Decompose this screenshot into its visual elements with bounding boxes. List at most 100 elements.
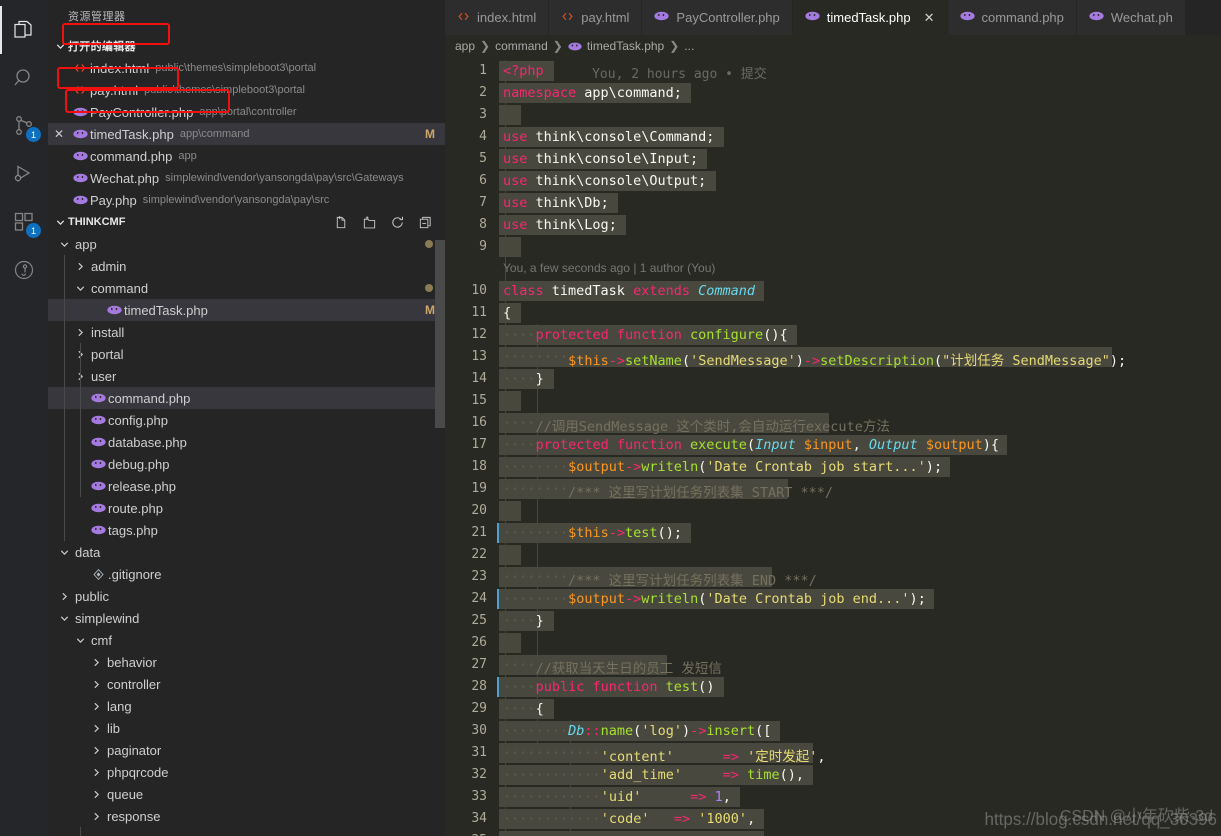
activity-account[interactable] — [0, 246, 48, 294]
tree-folder-phpqrcode[interactable]: phpqrcode — [48, 761, 445, 783]
workspace-label: THINKCMF — [68, 216, 126, 228]
tree-folder-lib[interactable]: lib — [48, 717, 445, 739]
tab-command-php[interactable]: command.php — [947, 0, 1077, 35]
tree-folder-app[interactable]: app — [48, 233, 445, 255]
tree-folder-paginator[interactable]: paginator — [48, 739, 445, 761]
selection-highlight — [499, 545, 522, 565]
code-line[interactable]: //获取当天生日的员工 发短信 — [503, 657, 722, 677]
tree-folder-queue[interactable]: queue — [48, 783, 445, 805]
new-file-icon[interactable] — [333, 214, 349, 230]
tree-folder-admin[interactable]: admin — [48, 255, 445, 277]
activity-run-debug[interactable] — [0, 150, 48, 198]
code-line[interactable]: { — [503, 305, 511, 321]
tree-file-command.php[interactable]: command.php — [48, 387, 445, 409]
code-line[interactable]: /*** 这里写计划任务列表集 START ***/ — [503, 481, 833, 501]
code-line[interactable]: protected function configure(){ — [503, 327, 788, 343]
code-line[interactable]: 'add_time' => time(), — [503, 767, 804, 783]
tree-file-release.php[interactable]: release.php — [48, 475, 445, 497]
code-line[interactable]: /*** 这里写计划任务列表集 END ***/ — [503, 569, 817, 589]
open-editors-label: 打开的编辑器 — [68, 41, 136, 53]
tree-folder-controller[interactable]: controller — [48, 673, 445, 695]
tab-close-icon[interactable]: ✕ — [924, 10, 935, 26]
open-editor-row[interactable]: index.html public\themes\simpleboot3\por… — [48, 57, 445, 79]
line-change-marker — [497, 523, 499, 543]
code-line[interactable]: use think\Db; — [503, 195, 609, 211]
tab-pay-html[interactable]: pay.html — [549, 0, 643, 35]
code-line[interactable]: protected function execute(Input $input,… — [503, 437, 999, 453]
open-editor-row[interactable]: PayController.php app\portal\controller — [48, 101, 445, 123]
new-folder-icon[interactable] — [361, 214, 377, 230]
workspace-header[interactable]: THINKCMF — [48, 211, 445, 233]
tree-file-debug.php[interactable]: debug.php — [48, 453, 445, 475]
tree-file-database.php[interactable]: database.php — [48, 431, 445, 453]
code-line[interactable]: <?php — [503, 63, 544, 79]
collapse-all-icon[interactable] — [417, 214, 433, 230]
refresh-icon[interactable] — [389, 214, 405, 230]
activity-source-control[interactable]: 1 — [0, 102, 48, 150]
line-number: 22 — [471, 547, 487, 562]
open-editor-row[interactable]: pay.html public\themes\simpleboot3\porta… — [48, 79, 445, 101]
tree-folder-install[interactable]: install — [48, 321, 445, 343]
code-line[interactable]: $output->writeln('Date Crontab job end..… — [503, 591, 926, 607]
code-line[interactable]: use think\console\Command; — [503, 129, 714, 145]
tree-folder-data[interactable]: data — [48, 541, 445, 563]
code-line[interactable]: use think\console\Input; — [503, 151, 698, 167]
tree-item-label: .gitignore — [108, 566, 162, 582]
tree-file-route.php[interactable]: route.php — [48, 497, 445, 519]
tree-folder-lang[interactable]: lang — [48, 695, 445, 717]
code-line[interactable]: $this->test(); — [503, 525, 682, 541]
code-line[interactable]: use think\Log; — [503, 217, 617, 233]
line-number: 13 — [471, 349, 487, 364]
open-editors-header[interactable]: 打开的编辑器 — [48, 35, 445, 57]
open-editor-row-active[interactable]: ✕ timedTask.php app\command M — [48, 123, 445, 145]
files-icon — [12, 18, 36, 42]
code-line[interactable]: { — [503, 701, 544, 717]
open-editor-row[interactable]: Wechat.php simplewind\vendor\yansongda\p… — [48, 167, 445, 189]
activity-search[interactable] — [0, 54, 48, 102]
code-line[interactable]: $this->setName('SendMessage')->setDescri… — [503, 349, 1126, 369]
activity-extensions[interactable]: 1 — [0, 198, 48, 246]
tree-folder-portal[interactable]: portal — [48, 343, 445, 365]
code-line[interactable]: 'content' => '定时发起', — [503, 745, 826, 765]
code-line[interactable]: use think\console\Output; — [503, 173, 706, 189]
tab-paycontroller-php[interactable]: PayController.php — [642, 0, 793, 35]
tree-folder-behavior[interactable]: behavior — [48, 651, 445, 673]
code-editor[interactable]: 1 <?php 2 namespace app\command; 3 4 use think… — [445, 57, 1221, 836]
tree-file-.gitignore[interactable]: .gitignore — [48, 563, 445, 585]
tab-timedtask-php[interactable]: timedTask.php ✕ — [792, 0, 948, 35]
tab-index-html[interactable]: index.html — [445, 0, 550, 35]
tree-file-timedTask.php[interactable]: timedTask.php M — [48, 299, 445, 321]
sidebar-scrollbar[interactable] — [435, 240, 445, 428]
open-editor-row[interactable]: command.php app — [48, 145, 445, 167]
code-line[interactable]: 'code' => '1000', — [503, 811, 756, 827]
tab-wechat-php[interactable]: Wechat.ph — [1076, 0, 1186, 35]
code-line[interactable]: } — [503, 613, 544, 629]
tree-file-config.php[interactable]: config.php — [48, 409, 445, 431]
inline-blame-annotation: You, 2 hours ago • 提交 — [592, 67, 767, 82]
code-line[interactable]: public function test() — [503, 679, 715, 695]
tree-folder-public[interactable]: public — [48, 585, 445, 607]
code-line[interactable]: Db::name('log')->insert([ — [503, 723, 771, 739]
tree-file-tags.php[interactable]: tags.php — [48, 519, 445, 541]
open-editor-row[interactable]: Pay.php simplewind\vendor\yansongda\pay\… — [48, 189, 445, 211]
chevron-right-icon — [88, 767, 104, 778]
tree-folder-command[interactable]: command — [48, 277, 445, 299]
tree-folder-user[interactable]: user — [48, 365, 445, 387]
code-line[interactable]: //调用SendMessage 这个类时,会自动运行execute方法 — [503, 415, 890, 435]
tree-folder-cmf[interactable]: cmf — [48, 629, 445, 651]
tree-item-label: simplewind — [75, 610, 140, 626]
tree-folder-simplewind[interactable]: simplewind — [48, 607, 445, 629]
activity-explorer[interactable] — [0, 6, 48, 54]
tree-folder-response[interactable]: response — [48, 805, 445, 827]
breadcrumb-item-more[interactable]: ... — [684, 39, 694, 53]
code-line[interactable]: class timedTask extends Command — [503, 283, 755, 299]
code-line[interactable]: 'uid' => 1, — [503, 789, 731, 805]
code-line[interactable]: } — [503, 371, 544, 387]
tree-item-label: config.php — [108, 412, 168, 428]
breadcrumb-item-file[interactable]: timedTask.php — [587, 39, 664, 53]
code-line[interactable]: $output->writeln('Date Crontab job start… — [503, 459, 942, 475]
code-line[interactable]: namespace app\command; — [503, 85, 682, 101]
close-icon[interactable]: ✕ — [48, 127, 70, 141]
breadcrumb-item-command[interactable]: command — [495, 39, 548, 53]
breadcrumb-item-app[interactable]: app — [455, 39, 475, 53]
